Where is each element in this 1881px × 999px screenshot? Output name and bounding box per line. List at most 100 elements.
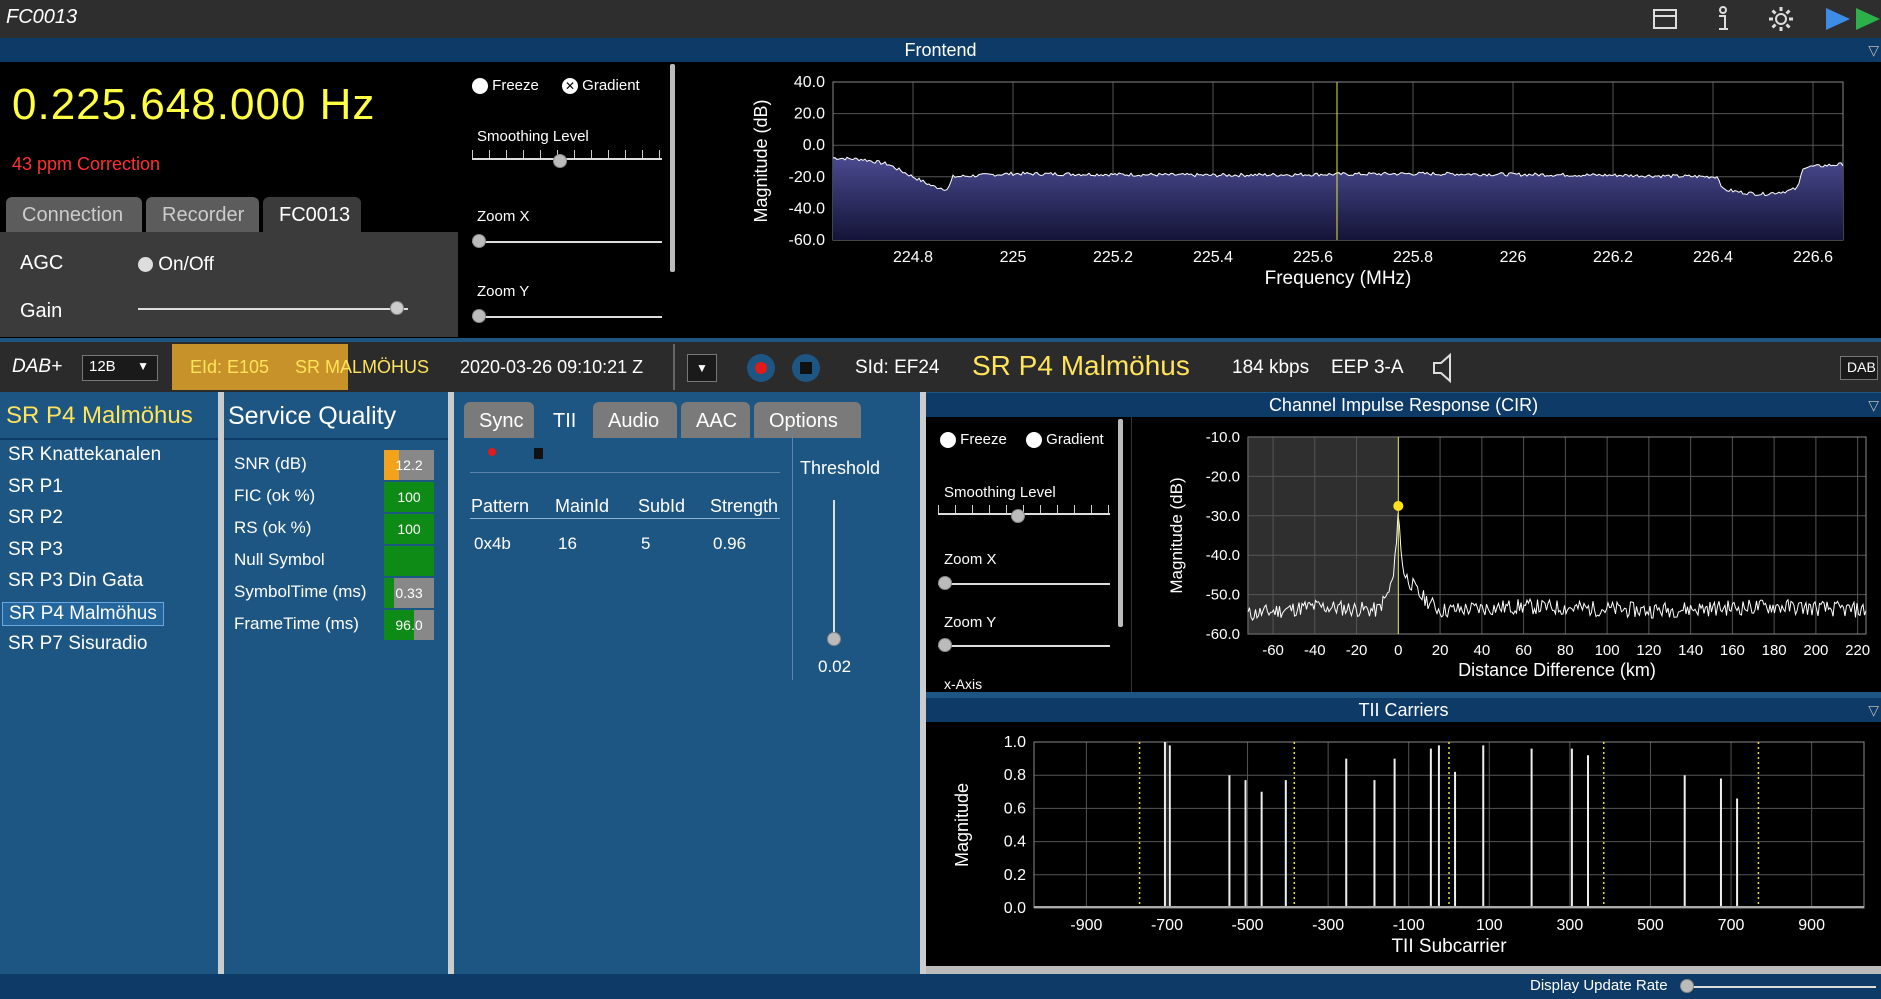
agc-label: AGC <box>20 252 64 274</box>
x-tick-label: -60 <box>1262 642 1284 659</box>
cir-panel-header[interactable]: Channel Impulse Response (CIR) ▽ <box>926 393 1881 417</box>
service-item[interactable]: SR P3 <box>8 539 63 561</box>
y-tick-label: -40.0 <box>1206 547 1240 564</box>
x-tick-label: 226.6 <box>1793 249 1833 266</box>
quality-label: RS (ok %) <box>234 518 312 537</box>
update-rate-track[interactable] <box>1686 986 1876 988</box>
service-item[interactable]: SR P3 Din Gata <box>8 570 143 592</box>
tab-sync[interactable]: Sync <box>464 402 534 438</box>
tab-recorder[interactable]: Recorder <box>146 197 259 232</box>
tii-carriers-header[interactable]: TII Carriers ▽ <box>926 698 1881 722</box>
window-icon[interactable] <box>1650 4 1680 34</box>
service-item[interactable]: SR Knattekanalen <box>8 444 161 466</box>
divider <box>470 472 780 473</box>
gradient-radio[interactable] <box>1026 432 1042 449</box>
gradient-toggle[interactable]: ✕ Gradient <box>562 77 640 95</box>
stop-button[interactable] <box>792 354 820 382</box>
service-item[interactable]: SR P4 Malmöhus <box>2 601 164 626</box>
tab-connection[interactable]: Connection <box>6 197 142 232</box>
cir-freeze-toggle[interactable]: Freeze <box>940 431 1007 449</box>
frequency-unit: Hz <box>319 80 376 129</box>
tab-aac[interactable]: AAC <box>681 402 750 438</box>
cir-smoothing-handle[interactable] <box>1011 509 1025 523</box>
dab-button[interactable]: DAB <box>1840 356 1878 380</box>
gain-label: Gain <box>20 300 63 322</box>
tab-audio[interactable]: Audio <box>593 402 677 438</box>
record-button[interactable] <box>747 354 775 382</box>
frontend-title: Frontend <box>904 40 977 60</box>
eep-profile: EEP 3-A <box>1331 357 1404 378</box>
y-tick-label: -30.0 <box>1206 508 1240 525</box>
chevron-down-icon[interactable]: ▽ <box>1868 393 1879 417</box>
freeze-toggle[interactable]: Freeze <box>472 77 539 95</box>
y-tick-label: 1.0 <box>1004 734 1026 751</box>
cir-gradient-toggle[interactable]: Gradient <box>1026 431 1104 449</box>
quality-value: 100 <box>397 489 421 505</box>
smoothing-slider-track[interactable] <box>472 150 662 160</box>
threshold-value: 0.02 <box>818 657 852 676</box>
threshold-slider-handle[interactable] <box>827 632 841 646</box>
tii-carriers-title: TII Carriers <box>1358 700 1449 720</box>
update-rate-handle[interactable] <box>1680 979 1694 993</box>
agc-toggle[interactable]: On/Off <box>138 254 214 276</box>
gain-slider-handle[interactable] <box>390 301 405 315</box>
chevron-down-icon[interactable]: ▼ <box>687 354 717 382</box>
tab-fc0013[interactable]: FC0013 <box>263 197 361 232</box>
gear-icon[interactable] <box>1766 4 1796 34</box>
zoom-x-slider-handle[interactable] <box>472 234 486 248</box>
cir-xaxis-label: x-Axis <box>944 676 983 692</box>
stop-indicator[interactable] <box>534 448 543 459</box>
quality-indicator: 100 <box>384 514 434 544</box>
x-tick-label: 100 <box>1595 642 1620 659</box>
cir-title: Channel Impulse Response (CIR) <box>1268 395 1539 415</box>
tii-column-header: Strength <box>710 496 779 516</box>
tii-column-header: Pattern <box>471 496 530 516</box>
service-item[interactable]: SR P2 <box>8 507 63 529</box>
tab-options[interactable]: Options <box>754 402 861 438</box>
close-icon[interactable]: ✕ <box>562 78 578 95</box>
frontend-panel-header[interactable]: Frontend ▽ <box>0 38 1881 62</box>
info-icon[interactable] <box>1708 4 1738 34</box>
x-tick-label: 180 <box>1762 642 1787 659</box>
x-tick-label: 225.2 <box>1093 249 1133 266</box>
y-axis-label: Magnitude (dB) <box>1167 477 1186 593</box>
cir-controls-scrollbar[interactable] <box>1118 419 1123 627</box>
y-tick-label: 0.6 <box>1004 800 1026 817</box>
service-list: SR P4 Malmöhus SR Knattekanalen SR P1 SR P… <box>0 392 218 974</box>
quality-indicator: 0.33 <box>384 578 434 608</box>
x-tick-label: 224.8 <box>893 249 933 266</box>
speaker-icon[interactable] <box>1430 352 1460 389</box>
x-tick-label: 20 <box>1432 642 1449 659</box>
chevron-down-icon[interactable]: ▽ <box>1868 38 1879 62</box>
divider <box>673 344 675 390</box>
cir-zoom-x-track[interactable] <box>938 583 1110 585</box>
chevron-down-icon[interactable]: ▽ <box>1868 698 1879 722</box>
record-indicator[interactable] <box>488 448 496 456</box>
y-tick-label: -10.0 <box>1206 429 1240 446</box>
chevron-down-icon: ▼ <box>137 359 149 373</box>
controls-scrollbar[interactable] <box>670 64 675 272</box>
x-tick-label: -100 <box>1393 917 1425 934</box>
service-item[interactable]: SR P1 <box>8 476 63 498</box>
x-tick-label: 40 <box>1473 642 1490 659</box>
freeze-radio[interactable] <box>472 78 488 95</box>
channel-select[interactable]: 12B ▼ <box>82 355 158 381</box>
threshold-slider-track[interactable] <box>833 500 835 640</box>
service-item[interactable]: SR P7 Sisuradio <box>8 633 147 655</box>
tab-tii[interactable]: TII <box>538 402 589 438</box>
agc-toggle-label: On/Off <box>158 254 214 275</box>
cir-zoom-y-handle[interactable] <box>938 638 952 652</box>
play-icon[interactable] <box>1822 4 1881 34</box>
x-tick-label: 225.6 <box>1293 249 1333 266</box>
quality-value: 96.0 <box>395 617 423 633</box>
cir-zoom-x-handle[interactable] <box>938 576 952 590</box>
quality-label: FrameTime (ms) <box>234 614 359 633</box>
gain-slider-track[interactable] <box>138 308 408 310</box>
freeze-radio[interactable] <box>940 432 956 449</box>
cir-zoom-y-track[interactable] <box>938 645 1110 647</box>
zoom-y-slider-handle[interactable] <box>472 309 486 323</box>
y-tick-label: -60.0 <box>789 232 826 249</box>
zoom-x-slider-track[interactable] <box>472 241 662 243</box>
zoom-y-slider-track[interactable] <box>472 316 662 318</box>
smoothing-slider-handle[interactable] <box>553 154 567 168</box>
